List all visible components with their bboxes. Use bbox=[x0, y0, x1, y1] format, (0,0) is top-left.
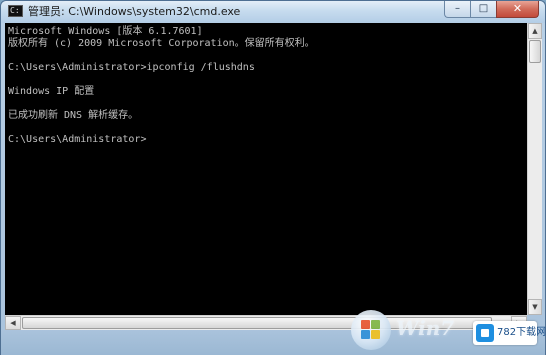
console-prompt[interactable]: C:\Users\Administrator> bbox=[8, 134, 315, 146]
console-line: 已成功刷新 DNS 解析缓存。 bbox=[8, 110, 139, 121]
window-title: 管理员: C:\Windows\system32\cmd.exe bbox=[28, 5, 241, 18]
site-logo-icon bbox=[476, 324, 494, 342]
cmd-window: C: 管理员: C:\Windows\system32\cmd.exe – □ … bbox=[0, 0, 546, 355]
console-output[interactable]: Microsoft Windows [版本 6.1.7601] 版权所有 (c)… bbox=[5, 23, 527, 315]
title-bar[interactable]: C: 管理员: C:\Windows\system32\cmd.exe – □ … bbox=[1, 1, 545, 23]
console-line: Windows IP 配置 bbox=[8, 86, 95, 97]
site-badge: 782下载网 bbox=[473, 321, 546, 345]
console-line: Microsoft Windows [版本 6.1.7601] bbox=[8, 26, 203, 37]
windows-flag-icon bbox=[361, 320, 381, 340]
console-line: C:\Users\Administrator>ipconfig /flushdn… bbox=[8, 62, 255, 73]
window-bottom-frame bbox=[1, 330, 545, 355]
cmd-icon: C: bbox=[8, 5, 23, 17]
site-badge-text: 782下载网 bbox=[497, 327, 546, 338]
vertical-scrollbar[interactable]: ▲ ▼ bbox=[527, 23, 542, 315]
close-button[interactable]: ✕ bbox=[496, 1, 539, 18]
windows-logo-icon bbox=[351, 310, 391, 350]
console-line: 版权所有 (c) 2009 Microsoft Corporation。保留所有… bbox=[8, 38, 315, 49]
win7-watermark: Win7 bbox=[396, 316, 455, 340]
flag-yellow-pane bbox=[371, 330, 380, 339]
window-controls: – □ ✕ bbox=[444, 1, 539, 19]
minimize-button[interactable]: – bbox=[444, 1, 470, 18]
vertical-scroll-thumb[interactable] bbox=[529, 40, 541, 63]
console-lines: Microsoft Windows [版本 6.1.7601] 版权所有 (c)… bbox=[8, 26, 315, 146]
scroll-left-button[interactable]: ◀ bbox=[5, 316, 21, 330]
scroll-down-button[interactable]: ▼ bbox=[528, 299, 542, 315]
flag-green-pane bbox=[371, 320, 380, 329]
scroll-up-button[interactable]: ▲ bbox=[528, 23, 542, 39]
flag-blue-pane bbox=[361, 330, 370, 339]
flag-red-pane bbox=[361, 320, 370, 329]
maximize-button[interactable]: □ bbox=[470, 1, 496, 18]
